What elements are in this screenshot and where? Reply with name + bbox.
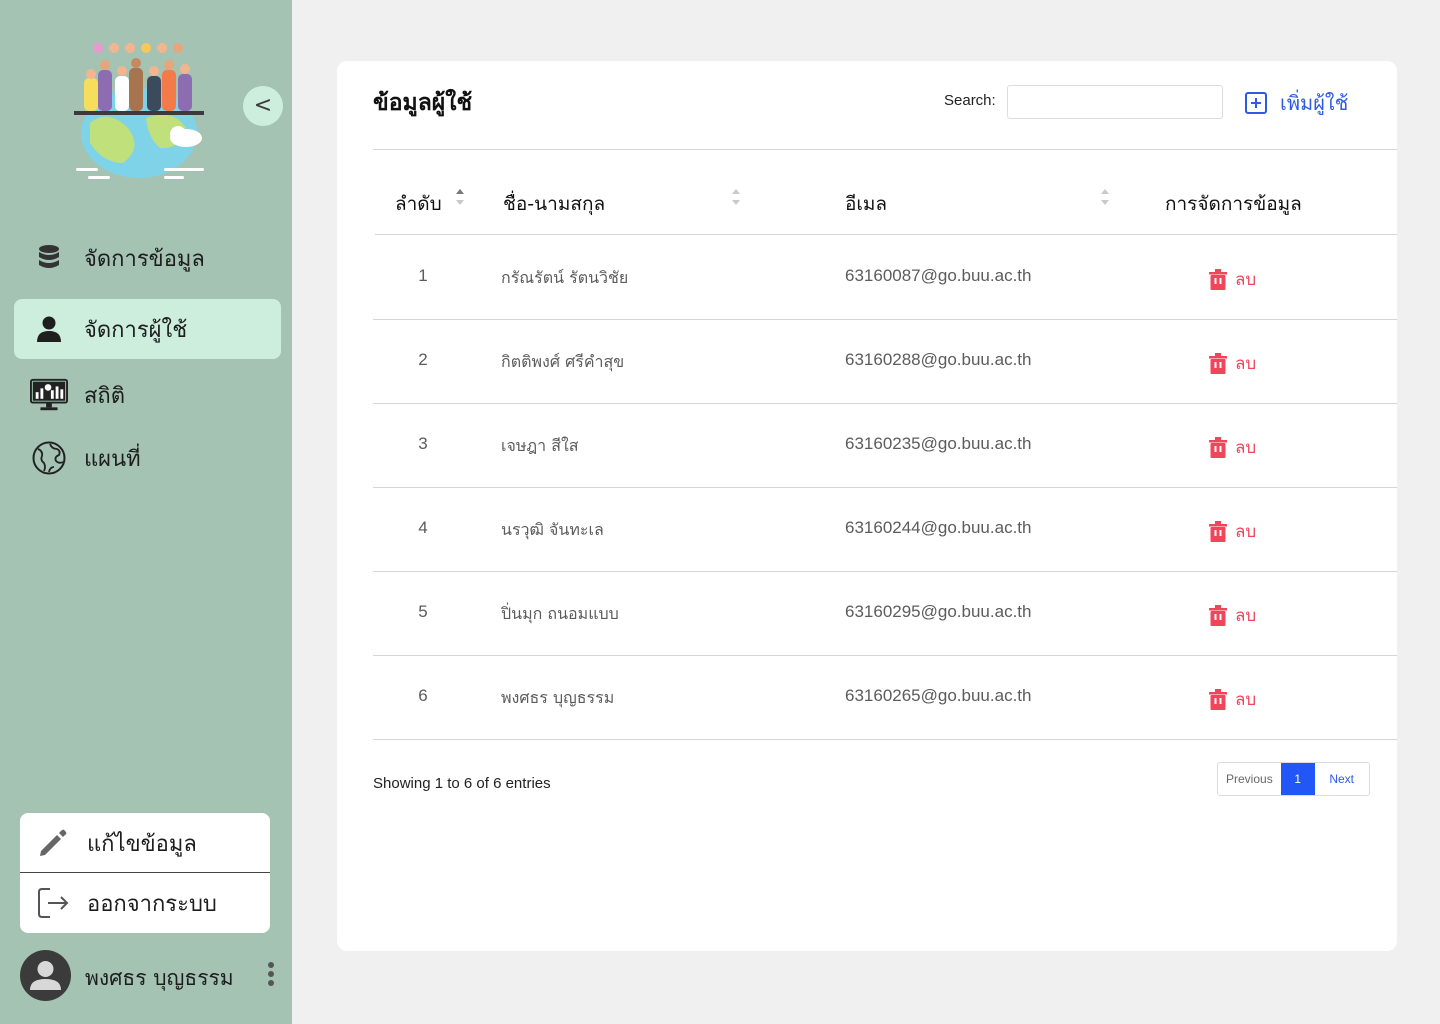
pagination: Previous 1 Next <box>1217 762 1370 796</box>
row-email: 63160235@go.buu.ac.th <box>845 434 1032 453</box>
edit-profile-label: แก้ไขข้อมูล <box>87 831 197 857</box>
delete-button[interactable]: ลบ <box>1209 350 1256 377</box>
delete-label: ลบ <box>1235 606 1257 626</box>
delete-button[interactable]: ลบ <box>1209 602 1256 629</box>
logout-button[interactable]: ออกจากระบบ <box>20 873 270 933</box>
delete-label: ลบ <box>1235 270 1257 290</box>
search-input[interactable] <box>1007 85 1223 119</box>
logout-icon <box>34 884 72 922</box>
page-title: ข้อมูลผู้ใช้ <box>373 90 473 116</box>
more-options-icon[interactable] <box>264 962 278 990</box>
delete-label: ลบ <box>1235 690 1257 710</box>
trash-icon <box>1209 521 1227 542</box>
sort-icon[interactable] <box>1101 189 1109 209</box>
delete-label: ลบ <box>1235 354 1257 374</box>
add-user-label: เพิ่มผู้ใช้ <box>1280 91 1349 115</box>
pagination-page[interactable]: 1 <box>1280 763 1315 795</box>
row-email: 63160295@go.buu.ac.th <box>845 602 1032 621</box>
row-number: 1 <box>418 266 428 285</box>
sidebar-item-user-management[interactable]: จัดการผู้ใช้ <box>14 299 281 359</box>
table-row: 4 นรวุฒิ จันทะเล 63160244@go.buu.ac.th ล… <box>373 488 1397 572</box>
account-menu: แก้ไขข้อมูล ออกจากระบบ <box>20 813 270 933</box>
user-icon <box>30 310 68 348</box>
trash-icon <box>1209 353 1227 374</box>
delete-label: ลบ <box>1235 522 1257 542</box>
table-row: 6 พงศธร บุญธรรม 63160265@go.buu.ac.th ลบ <box>373 656 1397 740</box>
column-header-email[interactable]: อีเมล <box>845 189 887 219</box>
delete-button[interactable]: ลบ <box>1209 434 1256 461</box>
table-row: 1 กรัณรัตน์ รัตนวิชัย 63160087@go.buu.ac… <box>373 236 1397 320</box>
edit-profile-button[interactable]: แก้ไขข้อมูล <box>20 813 270 873</box>
table-row: 5 ปิ่นมุก ถนอมแบบ 63160295@go.buu.ac.th … <box>373 572 1397 656</box>
sidebar-item-map[interactable]: แผนที่ <box>14 428 281 488</box>
row-email: 63160288@go.buu.ac.th <box>845 350 1032 369</box>
table-row: 2 กิตติพงศ์ ศรีคำสุข 63160288@go.buu.ac.… <box>373 320 1397 404</box>
sidebar-item-label: จัดการข้อมูล <box>84 246 205 272</box>
pencil-icon <box>34 824 72 862</box>
user-profile: พงศธร บุญธรรม <box>20 948 282 1002</box>
profile-name: พงศธร บุญธรรม <box>85 966 234 990</box>
row-name: พงศธร บุญธรรม <box>501 688 615 707</box>
row-name: กิตติพงศ์ ศรีคำสุข <box>501 352 625 371</box>
row-name: ปิ่นมุก ถนอมแบบ <box>501 604 619 623</box>
row-email: 63160244@go.buu.ac.th <box>845 518 1032 537</box>
delete-button[interactable]: ลบ <box>1209 518 1256 545</box>
pagination-next[interactable]: Next <box>1314 763 1369 795</box>
row-number: 3 <box>418 434 428 453</box>
pagination-previous[interactable]: Previous <box>1218 763 1281 795</box>
user-data-card: ข้อมูลผู้ใช้ Search: เพิ่มผู้ใช้ ลำดับ ช… <box>337 61 1397 951</box>
plus-square-icon <box>1245 92 1267 114</box>
delete-button[interactable]: ลบ <box>1209 686 1256 713</box>
row-email: 63160265@go.buu.ac.th <box>845 686 1032 705</box>
column-header-actions: การจัดการข้อมูล <box>1165 193 1302 215</box>
sidebar: < จัดการข้อมูล จัดการผู้ใช้ สถิติ แผนที่… <box>0 0 292 1024</box>
sidebar-item-statistics[interactable]: สถิติ <box>14 365 281 425</box>
database-icon <box>30 239 68 277</box>
header-divider <box>373 149 1397 150</box>
entries-info: Showing 1 to 6 of 6 entries <box>373 775 551 792</box>
logout-label: ออกจากระบบ <box>87 891 217 917</box>
sidebar-collapse-button[interactable]: < <box>243 86 283 126</box>
delete-button[interactable]: ลบ <box>1209 266 1256 293</box>
row-name: เจษฎา สีใส <box>501 436 579 455</box>
sidebar-item-label: สถิติ <box>84 383 126 409</box>
row-number: 2 <box>418 350 428 369</box>
row-number: 6 <box>418 686 428 705</box>
table-row: 3 เจษฎา สีใส 63160235@go.buu.ac.th ลบ <box>373 404 1397 488</box>
sidebar-item-label: จัดการผู้ใช้ <box>84 317 188 343</box>
row-number: 4 <box>418 518 428 537</box>
globe-icon <box>30 439 68 477</box>
app-logo <box>74 43 204 179</box>
sort-icon[interactable] <box>456 189 464 209</box>
trash-icon <box>1209 605 1227 626</box>
sidebar-item-data-management[interactable]: จัดการข้อมูล <box>14 228 281 288</box>
row-email: 63160087@go.buu.ac.th <box>845 266 1032 285</box>
row-name: นรวุฒิ จันทะเล <box>501 520 604 539</box>
row-number: 5 <box>418 602 428 621</box>
column-header-name[interactable]: ชื่อ-นามสกุล <box>503 189 605 219</box>
add-user-button[interactable]: เพิ่มผู้ใช้ <box>1245 87 1348 119</box>
row-name: กรัณรัตน์ รัตนวิชัย <box>501 268 629 287</box>
sidebar-item-label: แผนที่ <box>84 446 141 472</box>
avatar-icon <box>20 950 71 1001</box>
sort-icon[interactable] <box>732 189 740 209</box>
trash-icon <box>1209 269 1227 290</box>
trash-icon <box>1209 689 1227 710</box>
table-header: ลำดับ ชื่อ-นามสกุล อีเมล การจัดการข้อมูล <box>375 161 1397 235</box>
statistics-monitor-icon <box>30 376 68 414</box>
search-label: Search: <box>944 92 996 109</box>
delete-label: ลบ <box>1235 438 1257 458</box>
column-header-order[interactable]: ลำดับ <box>395 189 442 219</box>
trash-icon <box>1209 437 1227 458</box>
